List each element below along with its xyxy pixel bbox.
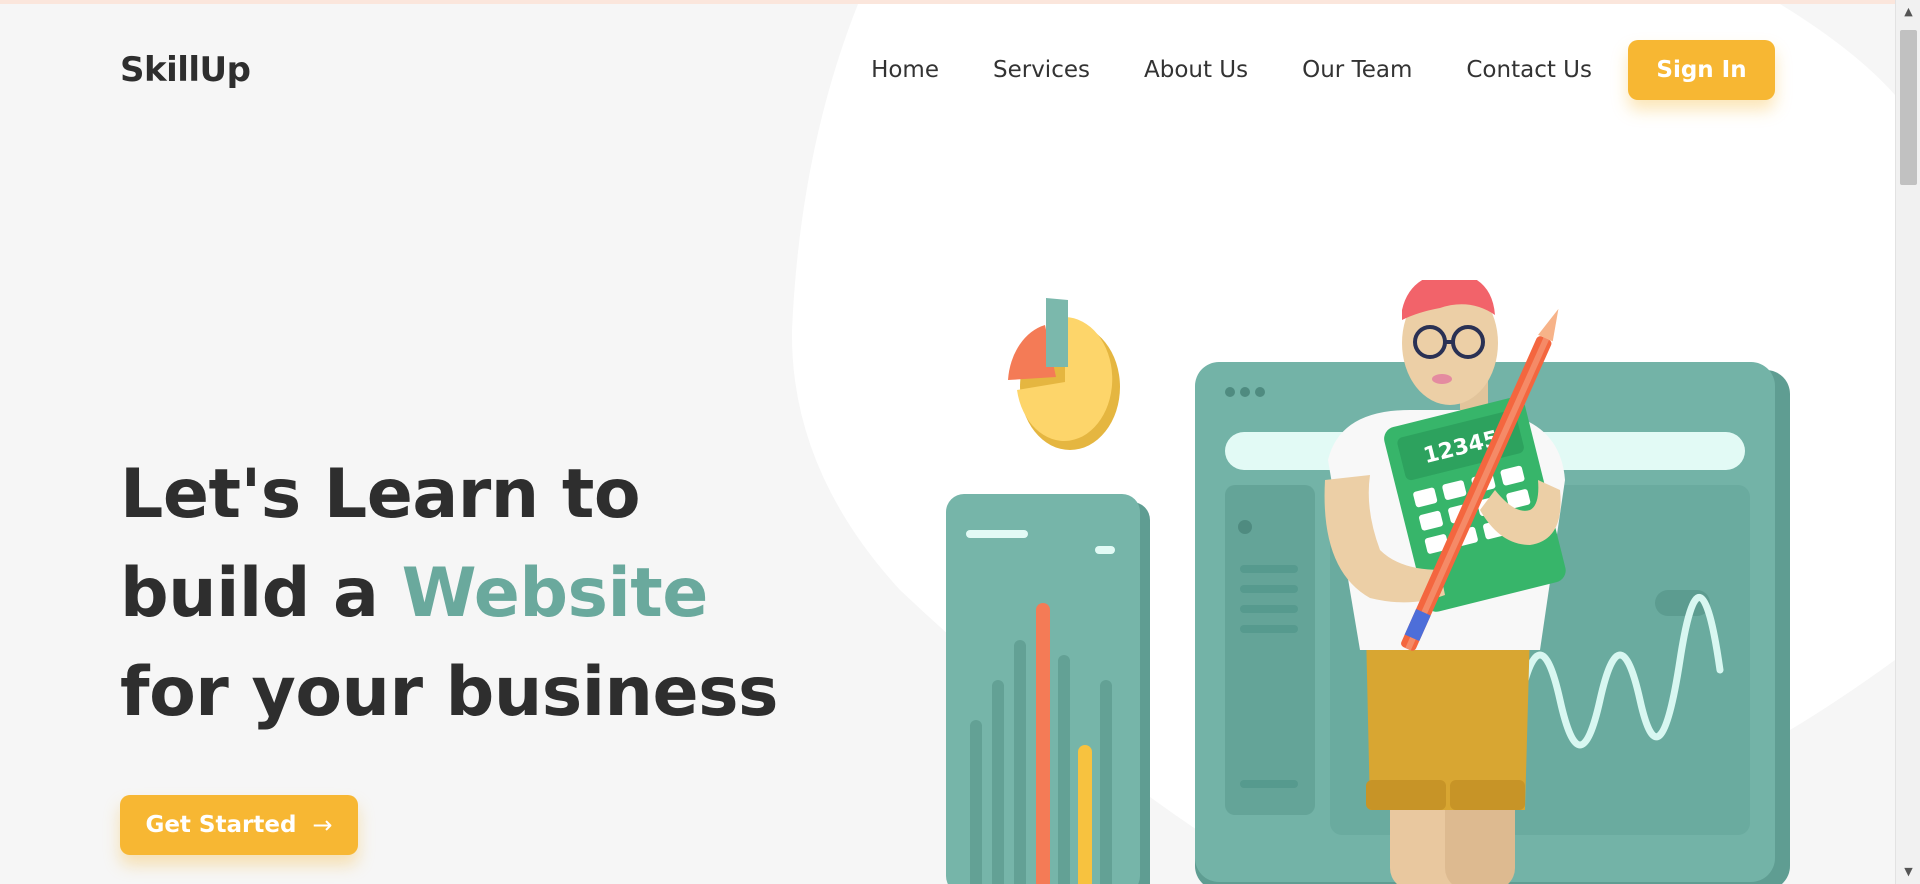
brand-logo[interactable]: SkillUp <box>120 50 251 90</box>
get-started-button[interactable]: Get Started → <box>120 795 358 855</box>
vertical-scrollbar[interactable]: ▲ ▼ <box>1895 0 1920 884</box>
scroll-up-arrow-icon[interactable]: ▲ <box>1896 2 1920 22</box>
get-started-label: Get Started <box>145 812 297 838</box>
nav-links: Home Services About Us Our Team Contact … <box>871 40 1775 100</box>
pie-chart-illustration <box>1008 298 1120 450</box>
hero-line-1: Let's Learn to <box>120 455 641 534</box>
nav-contact-us-link[interactable]: Contact Us <box>1466 57 1592 83</box>
nav-services-link[interactable]: Services <box>993 57 1090 83</box>
scroll-down-arrow-icon[interactable]: ▼ <box>1896 862 1920 882</box>
nav-our-team-link[interactable]: Our Team <box>1302 57 1412 83</box>
nav-about-us-link[interactable]: About Us <box>1144 57 1248 83</box>
nav-home-link[interactable]: Home <box>871 57 939 83</box>
hero-line-2-prefix: build a <box>120 554 402 633</box>
sign-in-button[interactable]: Sign In <box>1628 40 1775 100</box>
hero-line-2: build a Website <box>120 544 760 643</box>
hero-accent-word: Website <box>401 554 709 633</box>
hero-line-3: for your business <box>120 653 779 732</box>
scroll-thumb[interactable] <box>1900 30 1917 185</box>
hero-heading: Let's Learn to build a Website for your … <box>120 445 779 742</box>
navbar: SkillUp Home Services About Us Our Team … <box>120 38 1775 102</box>
hero-illustration: 12345 <box>946 280 1790 884</box>
arrow-right-icon: → <box>312 811 333 839</box>
bar-chart-panel-illustration <box>946 494 1150 884</box>
